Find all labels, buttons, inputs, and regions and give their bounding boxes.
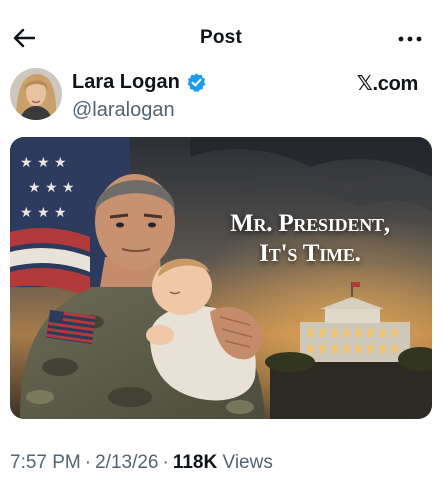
image-headline: Mr. President, It's Time. [210,209,410,269]
verified-badge-icon [187,73,206,92]
source-link[interactable]: 𝕏.com [357,71,419,96]
author-display-name: Lara Logan [72,71,180,93]
page-title: Post [200,27,242,48]
svg-text:★ ★ ★: ★ ★ ★ [20,155,67,171]
svg-text:★ ★ ★: ★ ★ ★ [28,180,75,196]
more-horizontal-icon [398,36,422,42]
top-bar: Post [0,0,442,72]
headline-line-2: It's Time. [259,240,361,267]
author-name-row[interactable]: Lara Logan [72,71,207,94]
svg-text:★ ★ ★: ★ ★ ★ [20,205,67,221]
headline-line-1: Mr. President, [230,210,390,237]
post-author: Lara Logan @laralogan 𝕏.com [10,68,432,124]
post-time[interactable]: 7:57 PM [10,452,81,473]
meta-separator: · [162,452,169,473]
post-metadata: 7:57 PM · 2/13/26 · 118K Views [10,452,273,474]
avatar[interactable] [10,68,62,120]
post-image[interactable]: ★ ★ ★ ★ ★ ★ ★ ★ ★ Mr. President, It's Ti… [10,137,432,419]
post-image-art: ★ ★ ★ ★ ★ ★ ★ ★ ★ [10,137,432,419]
views-count[interactable]: 118K [173,452,217,473]
post-date[interactable]: 2/13/26 [95,452,158,473]
meta-separator: · [84,452,92,473]
views-label: Views [222,452,273,473]
author-handle[interactable]: @laralogan [72,99,175,122]
more-button[interactable] [396,28,424,50]
